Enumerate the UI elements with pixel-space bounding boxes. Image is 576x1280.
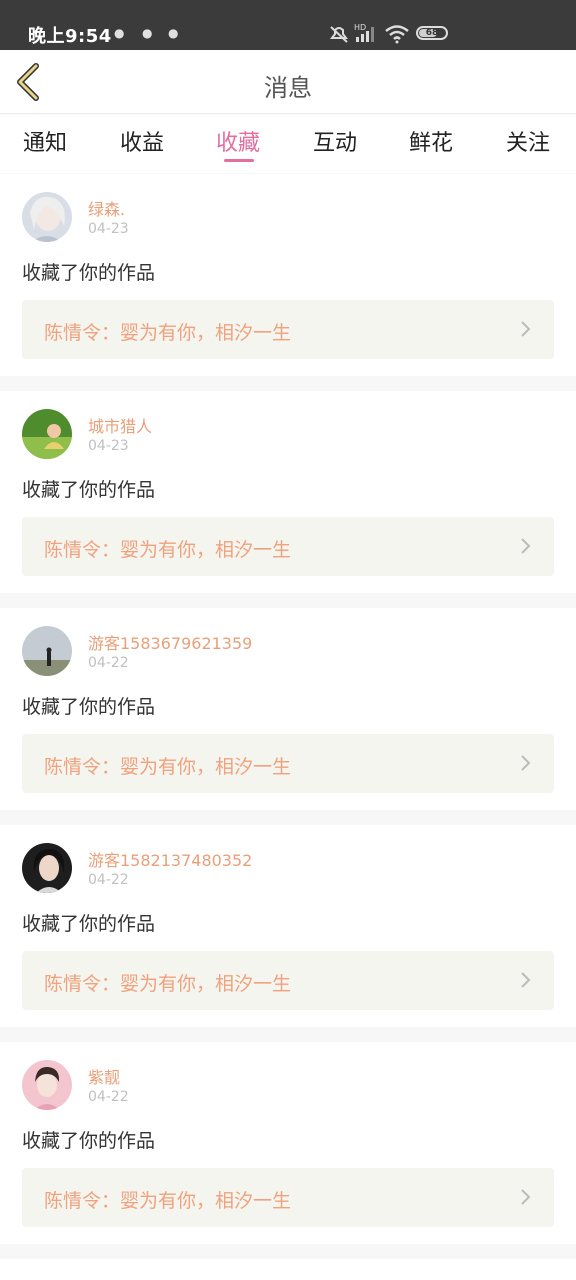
- signal-icon: HD: [354, 23, 374, 42]
- work-title: 陈情令：婴为有你，相汐一生: [44, 973, 292, 995]
- battery-icon: 68: [416, 26, 448, 40]
- mute-icon: [330, 26, 348, 43]
- list-item: 紫靓 04-22 收藏了你的作品 陈情令：婴为有你，相汐一生: [0, 1042, 576, 1244]
- chevron-right-icon: [521, 972, 531, 988]
- notification-icon: ●: [142, 26, 153, 40]
- user-avatar-image: [22, 843, 72, 893]
- user-name[interactable]: 游客1583679621359: [88, 630, 252, 654]
- chevron-right-icon: [521, 755, 531, 771]
- user-name[interactable]: 绿森.: [88, 196, 125, 220]
- avatar[interactable]: [22, 192, 72, 242]
- date: 04-23: [88, 221, 129, 237]
- page-title: 消息: [264, 74, 312, 102]
- tab-bar: 通知 收益 收藏 互动 鲜花 关注: [0, 115, 576, 173]
- user-avatar-image: [22, 409, 72, 459]
- avatar[interactable]: [22, 1060, 72, 1110]
- notification-icon: ●: [114, 26, 125, 40]
- status-time: 晚上9:54: [28, 26, 112, 47]
- message-text: 收藏了你的作品: [22, 696, 156, 718]
- message-text: 收藏了你的作品: [22, 262, 156, 284]
- avatar[interactable]: [22, 409, 72, 459]
- work-link[interactable]: 陈情令：婴为有你，相汐一生: [22, 517, 554, 576]
- date: 04-22: [88, 655, 129, 671]
- svg-text:HD: HD: [354, 23, 366, 32]
- list-item: [0, 1259, 576, 1280]
- user-avatar-image: [22, 1060, 72, 1110]
- active-tab-indicator: [224, 159, 254, 162]
- date: 04-22: [88, 872, 129, 888]
- chevron-right-icon: [521, 538, 531, 554]
- notification-icon: ●: [168, 26, 179, 40]
- user-name[interactable]: 游客1582137480352: [88, 847, 252, 871]
- tab-favorites[interactable]: 收藏: [216, 125, 260, 157]
- header: 消息: [0, 50, 576, 114]
- work-link[interactable]: 陈情令：婴为有你，相汐一生: [22, 1168, 554, 1227]
- list-item: 城市猎人 04-23 收藏了你的作品 陈情令：婴为有你，相汐一生: [0, 391, 576, 593]
- wifi-icon: [385, 25, 409, 44]
- avatar[interactable]: [22, 626, 72, 676]
- tab-follows[interactable]: 关注: [506, 125, 550, 157]
- tab-flowers[interactable]: 鲜花: [409, 125, 453, 157]
- list-item: 绿森. 04-23 收藏了你的作品 陈情令：婴为有你，相汐一生: [0, 174, 576, 376]
- user-avatar-image: [22, 192, 72, 242]
- work-title: 陈情令：婴为有你，相汐一生: [44, 322, 292, 344]
- battery-level-text: 68: [425, 28, 439, 38]
- date: 04-22: [88, 1089, 129, 1105]
- work-link[interactable]: 陈情令：婴为有你，相汐一生: [22, 734, 554, 793]
- tab-interactions[interactable]: 互动: [313, 125, 357, 157]
- tab-notifications[interactable]: 通知: [23, 125, 67, 157]
- work-title: 陈情令：婴为有你，相汐一生: [44, 1190, 292, 1212]
- list-item: 游客1582137480352 04-22 收藏了你的作品 陈情令：婴为有你，相…: [0, 825, 576, 1027]
- date: 04-23: [88, 438, 129, 454]
- work-link[interactable]: 陈情令：婴为有你，相汐一生: [22, 300, 554, 359]
- message-text: 收藏了你的作品: [22, 479, 156, 501]
- status-bar: 晚上9:54 ● ● ● HD 68: [0, 0, 576, 50]
- avatar[interactable]: [22, 843, 72, 893]
- user-name[interactable]: 紫靓: [88, 1064, 120, 1088]
- user-avatar-image: [22, 626, 72, 676]
- tab-earnings[interactable]: 收益: [120, 125, 164, 157]
- work-title: 陈情令：婴为有你，相汐一生: [44, 756, 292, 778]
- chevron-right-icon: [521, 321, 531, 337]
- work-link[interactable]: 陈情令：婴为有你，相汐一生: [22, 951, 554, 1010]
- user-name[interactable]: 城市猎人: [88, 413, 152, 437]
- message-text: 收藏了你的作品: [22, 913, 156, 935]
- message-text: 收藏了你的作品: [22, 1130, 156, 1152]
- chevron-right-icon: [521, 1189, 531, 1205]
- list-item: 游客1583679621359 04-22 收藏了你的作品 陈情令：婴为有你，相…: [0, 608, 576, 810]
- work-title: 陈情令：婴为有你，相汐一生: [44, 539, 292, 561]
